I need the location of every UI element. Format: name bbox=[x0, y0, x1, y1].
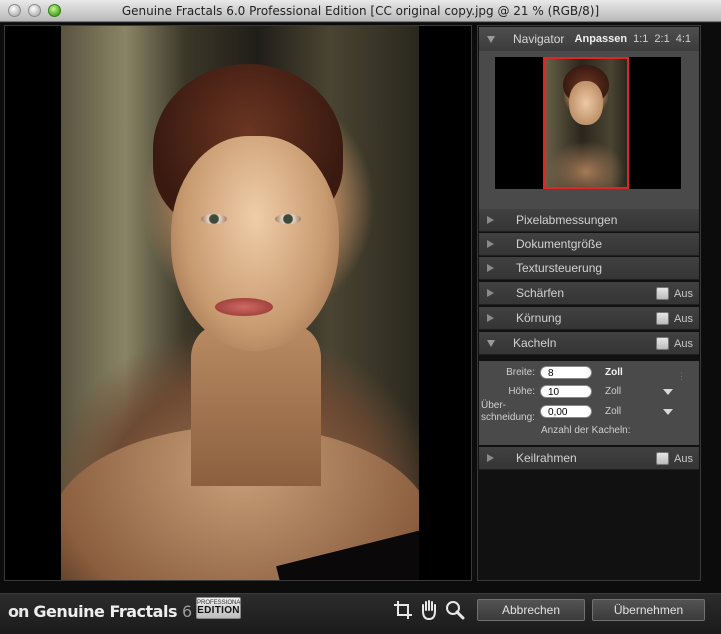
spinner-icon: ⋮ bbox=[677, 371, 686, 381]
tile-overlap-unit: Zoll bbox=[605, 406, 622, 417]
cancel-button[interactable]: Abbrechen bbox=[477, 599, 585, 621]
zoom-1-1-link[interactable]: 1:1 bbox=[633, 33, 648, 45]
tile-overlap-input[interactable]: 0,00 bbox=[540, 405, 592, 418]
frame-toggle[interactable]: Aus bbox=[656, 452, 693, 465]
settings-panel: Navigator Anpassen 1:1 2:1 4:1 Pixelabme… bbox=[477, 25, 701, 581]
product-name: Genuine Fractals bbox=[33, 602, 177, 621]
expand-triangle-icon bbox=[487, 289, 494, 297]
section-label: Textursteuerung bbox=[516, 261, 603, 275]
tile-width-label: Breite: bbox=[506, 367, 535, 378]
section-pixel-dimensions[interactable]: Pixelabmessungen bbox=[479, 209, 699, 232]
tile-count-label: Anzahl der Kacheln: bbox=[541, 425, 631, 436]
professional-edition-badge: PROFESSIONAL EDITION bbox=[196, 597, 244, 619]
zoom-icon[interactable] bbox=[445, 599, 465, 621]
sharpen-toggle[interactable]: Aus bbox=[656, 287, 693, 300]
navigator-body bbox=[479, 51, 699, 213]
overlap-unit-dropdown-icon[interactable] bbox=[663, 409, 673, 415]
photo-eye-left bbox=[201, 214, 227, 224]
product-logo: on Genuine Fractals 6 bbox=[8, 602, 192, 621]
title-bar: Genuine Fractals 6.0 Professional Editio… bbox=[0, 0, 721, 22]
section-label: Dokumentgröße bbox=[516, 237, 603, 251]
height-unit-dropdown-icon[interactable] bbox=[663, 389, 673, 395]
onone-logo: on bbox=[8, 602, 29, 621]
navigator-label: Navigator bbox=[513, 32, 565, 46]
photo-face bbox=[171, 136, 339, 351]
navigator-thumbnail-area[interactable] bbox=[495, 57, 681, 189]
frame-checkbox[interactable] bbox=[656, 452, 670, 465]
main-area: Navigator Anpassen 1:1 2:1 4:1 Pixelabme… bbox=[0, 23, 721, 593]
section-stretcher-frame[interactable]: Keilrahmen Aus bbox=[479, 447, 699, 470]
window-title: Genuine Fractals 6.0 Professional Editio… bbox=[121, 3, 600, 18]
minimize-window-button[interactable] bbox=[28, 4, 41, 17]
crop-icon[interactable] bbox=[393, 599, 413, 621]
navigator-header[interactable]: Navigator Anpassen 1:1 2:1 4:1 bbox=[479, 27, 699, 51]
expand-triangle-icon bbox=[487, 264, 494, 272]
tile-height-input[interactable]: 10 bbox=[540, 385, 592, 398]
tiles-checkbox[interactable] bbox=[656, 337, 670, 350]
section-texture-control[interactable]: Textursteuerung bbox=[479, 257, 699, 280]
grain-toggle[interactable]: Aus bbox=[656, 312, 693, 325]
tile-overlap-label-1: Über- bbox=[481, 400, 507, 411]
product-version: 6 bbox=[181, 602, 193, 621]
grain-checkbox[interactable] bbox=[656, 312, 670, 325]
photo-eye-right bbox=[275, 214, 301, 224]
tile-height-unit: Zoll bbox=[605, 386, 622, 397]
tile-width-unit: Zoll bbox=[605, 367, 623, 378]
section-sharpen[interactable]: Schärfen Aus bbox=[479, 282, 699, 305]
badge-bottom-text: EDITION bbox=[197, 605, 240, 616]
tile-width-input[interactable]: 8 bbox=[540, 366, 592, 379]
section-label: Schärfen bbox=[516, 286, 565, 300]
apply-button[interactable]: Übernehmen bbox=[592, 599, 705, 621]
tool-buttons bbox=[393, 599, 465, 621]
section-label: Keilrahmen bbox=[516, 451, 577, 465]
tiles-settings-body: Breite: 8 Zoll ⋮ Höhe: 10 Zoll Über- sch… bbox=[479, 361, 699, 445]
section-grain[interactable]: Körnung Aus bbox=[479, 307, 699, 330]
zoom-fit-link[interactable]: Anpassen bbox=[575, 33, 628, 45]
tile-overlap-label-2: schneidung: bbox=[481, 412, 535, 423]
hand-icon[interactable] bbox=[419, 599, 439, 621]
navigator-view-rectangle[interactable] bbox=[543, 57, 629, 189]
sharpen-checkbox[interactable] bbox=[656, 287, 670, 300]
expand-triangle-icon bbox=[487, 240, 494, 248]
zoom-window-button[interactable] bbox=[48, 4, 61, 17]
thumb-face bbox=[569, 81, 603, 125]
photo-lips bbox=[215, 298, 273, 316]
section-label: Körnung bbox=[516, 311, 562, 325]
close-window-button[interactable] bbox=[8, 4, 21, 17]
zoom-4-1-link[interactable]: 4:1 bbox=[676, 33, 691, 45]
section-document-size[interactable]: Dokumentgröße bbox=[479, 233, 699, 256]
zoom-2-1-link[interactable]: 2:1 bbox=[654, 33, 669, 45]
grain-state: Aus bbox=[674, 312, 693, 325]
frame-state: Aus bbox=[674, 452, 693, 465]
tile-height-label: Höhe: bbox=[508, 386, 535, 397]
expand-triangle-icon bbox=[487, 314, 494, 322]
navigator-zoom-links: Anpassen 1:1 2:1 4:1 bbox=[575, 33, 691, 45]
sharpen-state: Aus bbox=[674, 287, 693, 300]
section-label: Pixelabmessungen bbox=[516, 213, 618, 227]
image-preview-canvas[interactable] bbox=[4, 25, 472, 581]
portrait-photo bbox=[61, 26, 419, 580]
tiles-toggle[interactable]: Aus bbox=[656, 337, 693, 350]
tiles-state: Aus bbox=[674, 337, 693, 350]
section-tiles[interactable]: Kacheln Aus bbox=[479, 332, 699, 355]
collapse-triangle-icon[interactable] bbox=[487, 35, 495, 43]
collapse-triangle-icon bbox=[487, 339, 495, 347]
window-controls bbox=[8, 4, 61, 17]
section-label: Kacheln bbox=[513, 336, 557, 350]
expand-triangle-icon bbox=[487, 216, 494, 224]
expand-triangle-icon bbox=[487, 454, 494, 462]
bottom-bar: on Genuine Fractals 6 PROFESSIONAL EDITI… bbox=[0, 593, 721, 634]
